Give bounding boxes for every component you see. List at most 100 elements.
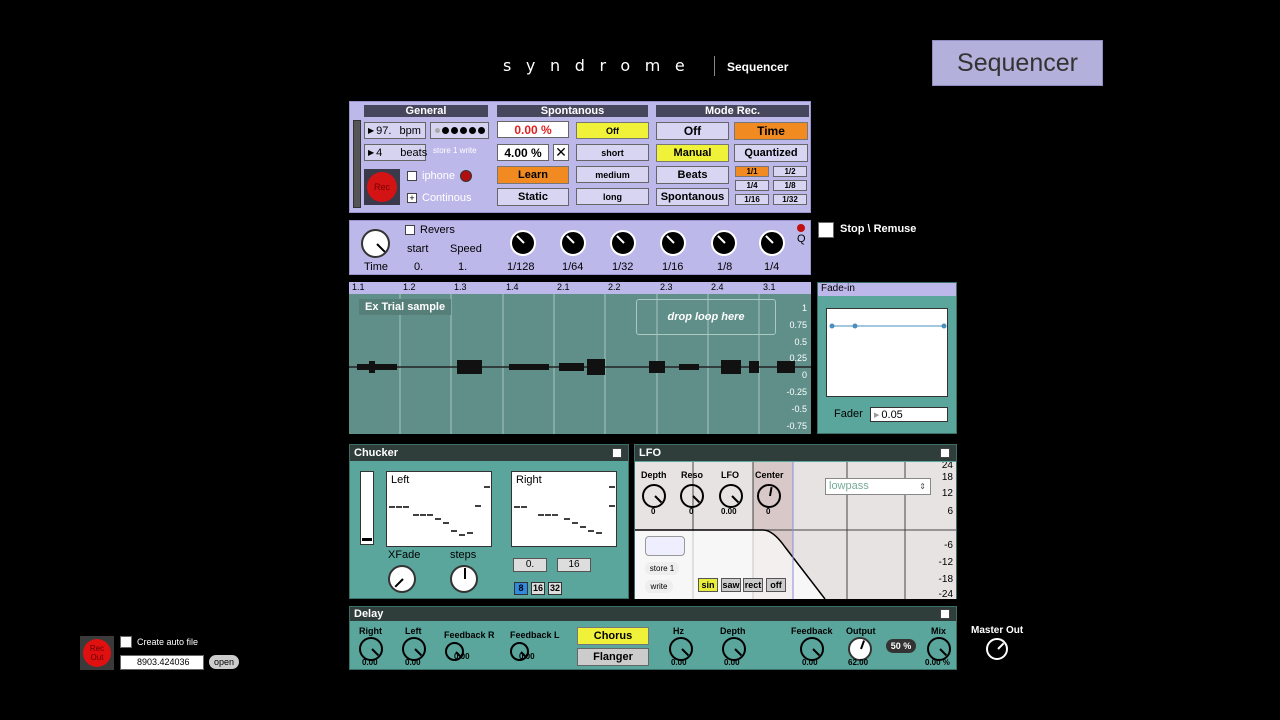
rec-out-button[interactable]: Rec Out xyxy=(80,636,114,670)
mode-beats-button[interactable]: Beats xyxy=(656,166,729,184)
lfo-rate-value: 0.00 xyxy=(721,507,737,516)
beat-dots-indicator[interactable] xyxy=(430,122,489,139)
left-step-editor[interactable]: Left xyxy=(386,471,492,547)
clear-x-button[interactable]: ✕ xyxy=(553,144,569,161)
play-arrow-icon: ▶ xyxy=(368,148,375,157)
lfo-write-button[interactable]: write xyxy=(645,580,673,593)
speed-value[interactable]: 1. xyxy=(458,261,467,273)
chucker-title: Chucker xyxy=(354,447,399,459)
mode-spontanous-button[interactable]: Spontanous xyxy=(656,188,729,206)
long-button[interactable]: long xyxy=(576,188,649,205)
wave-saw-button[interactable]: saw xyxy=(721,578,741,592)
rec-button[interactable]: Rec xyxy=(364,169,400,205)
store-write-label[interactable]: store 1 write xyxy=(433,146,477,155)
depth-label: Depth xyxy=(720,626,746,636)
flanger-button[interactable]: Flanger xyxy=(577,648,649,666)
stop-remuse-checkbox[interactable] xyxy=(818,222,834,238)
mode-time-button[interactable]: Time xyxy=(734,122,808,140)
right-step-editor[interactable]: Right xyxy=(511,471,617,547)
feedback-r-value: 0.00 xyxy=(454,652,470,661)
percent-display-2[interactable]: 4.00 % xyxy=(497,144,549,161)
filename-field[interactable]: 8903.424036 xyxy=(120,655,204,670)
mode-quantized-button[interactable]: Quantized xyxy=(734,144,808,162)
lfo-preset-matrix[interactable] xyxy=(645,536,685,556)
chorus-button[interactable]: Chorus xyxy=(577,627,649,645)
ruler-mark: 2.3 xyxy=(660,282,673,292)
fraction-1-1[interactable]: 1/1 xyxy=(735,166,769,177)
medium-button[interactable]: medium xyxy=(576,166,649,183)
lfo-enable-checkbox[interactable] xyxy=(940,448,950,458)
learn-button[interactable]: Learn xyxy=(497,166,569,184)
chucker-level-slider[interactable] xyxy=(360,471,374,545)
chucker-enable-checkbox[interactable] xyxy=(612,448,622,458)
chucker-value-b[interactable]: 16 xyxy=(557,558,591,572)
fraction-1-4[interactable]: 1/4 xyxy=(735,180,769,191)
wave-sin-button[interactable]: sin xyxy=(698,578,718,592)
fraction-1-2[interactable]: 1/2 xyxy=(773,166,807,177)
master-out-knob[interactable] xyxy=(986,638,1008,660)
lfo-rate-knob[interactable] xyxy=(719,484,743,508)
wave-off-button[interactable]: off xyxy=(766,578,786,592)
filter-type-select[interactable]: lowpass ⇕ xyxy=(825,478,931,495)
open-button[interactable]: open xyxy=(209,655,239,669)
step-option-16[interactable]: 16 xyxy=(531,582,545,595)
fraction-1-8[interactable]: 1/8 xyxy=(773,180,807,191)
lfo-knob-depth-label: Depth xyxy=(641,470,667,480)
iphone-status-led xyxy=(460,170,472,182)
output-label: Output xyxy=(846,626,876,636)
short-button[interactable]: short xyxy=(576,144,649,161)
knob-1-8[interactable] xyxy=(711,230,737,256)
spontanous-off-button[interactable]: Off xyxy=(576,122,649,139)
volume-slider[interactable] xyxy=(353,120,361,208)
time-knob[interactable] xyxy=(361,229,390,258)
lfo-reso-knob[interactable] xyxy=(680,484,704,508)
bpm-field[interactable]: ▶ 97. bpm xyxy=(364,122,426,139)
spontanous-header: Spontanous xyxy=(497,105,648,117)
fade-curve-editor[interactable] xyxy=(826,308,948,397)
step-option-8[interactable]: 8 xyxy=(514,582,528,595)
knob-1-16[interactable] xyxy=(660,230,686,256)
fraction-1-32[interactable]: 1/32 xyxy=(773,194,807,205)
percent-badge[interactable]: 50 % xyxy=(886,639,916,653)
knob-1-32[interactable] xyxy=(610,230,636,256)
step-option-32[interactable]: 32 xyxy=(548,582,562,595)
db-label: 6 xyxy=(947,506,953,517)
ruler-mark: 3.1 xyxy=(763,282,776,292)
filter-graph[interactable]: 24 18 12 6 -6 -12 -18 -24 lowpass ⇕ Dept… xyxy=(635,462,956,599)
filename-value: 8903.424036 xyxy=(137,657,190,667)
lfo-depth-knob[interactable] xyxy=(642,484,666,508)
beats-field[interactable]: ▶ 4 beats xyxy=(364,144,427,161)
start-value[interactable]: 0. xyxy=(414,261,423,273)
steps-knob[interactable] xyxy=(450,565,478,593)
chucker-panel: Chucker Left Right XFade steps 0. 16 8 1… xyxy=(349,444,629,599)
q-label[interactable]: Q xyxy=(797,233,806,245)
fade-in-header: Fade-in xyxy=(818,283,956,296)
scale-label: 0.75 xyxy=(789,319,807,330)
lfo-knob-lfo-label: LFO xyxy=(721,470,739,480)
lfo-center-knob[interactable] xyxy=(757,484,781,508)
iphone-checkbox[interactable] xyxy=(407,171,417,181)
static-button[interactable]: Static xyxy=(497,188,569,206)
create-auto-file-checkbox[interactable] xyxy=(120,636,132,648)
waveform-display[interactable]: Ex Trial sample drop loop here 1 0.75 0.… xyxy=(349,294,811,434)
wave-rect-button[interactable]: rect xyxy=(743,578,763,592)
waveform-ruler[interactable]: 1.1 1.2 1.3 1.4 2.1 2.2 2.3 2.4 3.1 xyxy=(349,282,811,294)
mode-off-button[interactable]: Off xyxy=(656,122,729,140)
scale-label: -0.25 xyxy=(786,386,807,397)
fader-value-field[interactable]: ▶ 0.05 xyxy=(870,407,948,422)
sequencer-button[interactable]: Sequencer xyxy=(932,40,1103,86)
revers-checkbox[interactable] xyxy=(405,225,415,235)
xfade-knob[interactable] xyxy=(388,565,416,593)
chucker-value-a[interactable]: 0. xyxy=(513,558,547,572)
beats-value: 4 xyxy=(376,146,383,159)
knob-1-4[interactable] xyxy=(759,230,785,256)
mode-manual-button[interactable]: Manual xyxy=(656,144,729,162)
fraction-1-16[interactable]: 1/16 xyxy=(735,194,769,205)
delay-enable-checkbox[interactable] xyxy=(940,609,950,619)
knob-1-128[interactable] xyxy=(510,230,536,256)
knob-1-64[interactable] xyxy=(560,230,586,256)
lfo-store-button[interactable]: store 1 xyxy=(645,562,679,575)
continous-toggle[interactable]: + xyxy=(407,193,417,203)
drop-loop-zone[interactable]: drop loop here xyxy=(636,299,776,335)
feedback-value: 0.00 xyxy=(802,658,818,667)
